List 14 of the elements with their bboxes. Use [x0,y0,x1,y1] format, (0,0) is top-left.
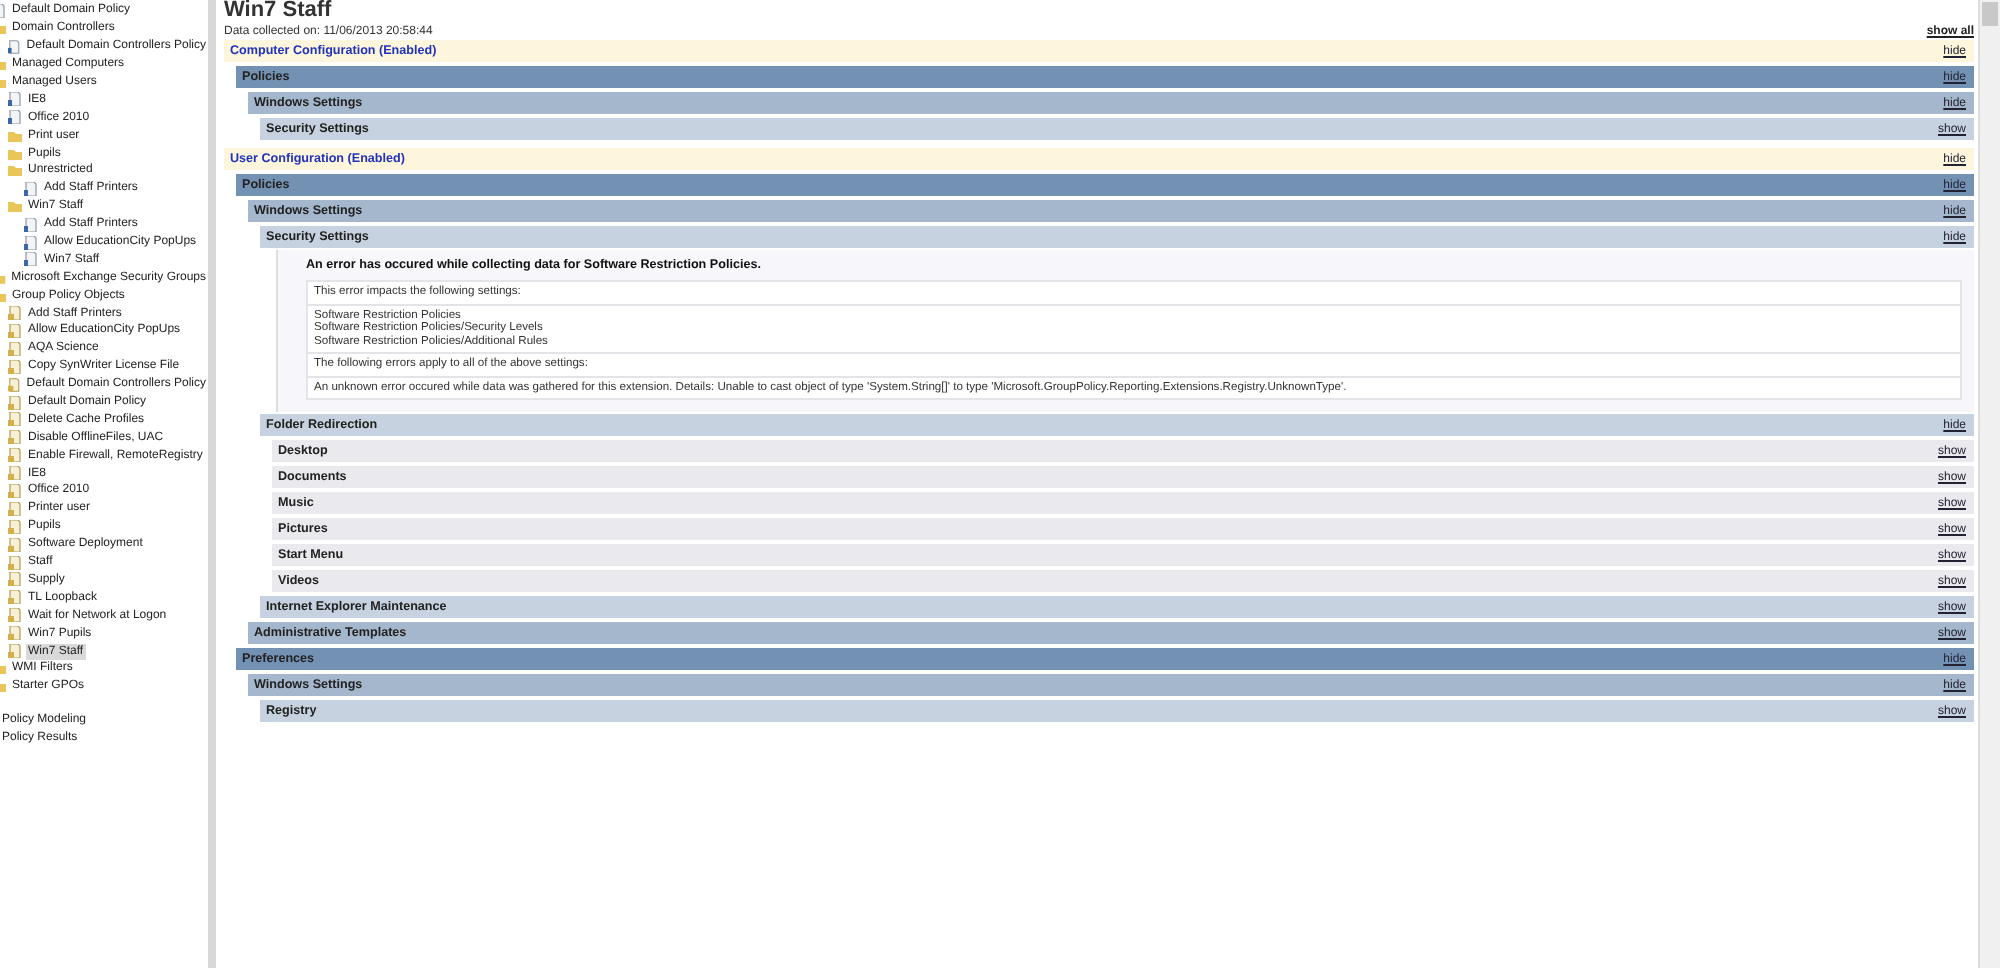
policy-object-icon [8,359,22,374]
report-title: Win7 Staff [224,0,334,20]
policy-object-icon [8,448,22,463]
policy-object-icon [8,341,22,356]
policy-object-icon [8,501,22,516]
policy-object-icon [8,644,22,658]
policy-object-icon [8,590,22,605]
policy-object-icon [8,608,22,623]
scrollbar[interactable] [1978,0,2000,968]
policy-object-icon [8,626,22,641]
policy-object-icon [8,430,22,445]
policy-object-icon [8,377,21,392]
policy-object-icon [8,537,22,552]
policy-object-icon [8,519,22,534]
